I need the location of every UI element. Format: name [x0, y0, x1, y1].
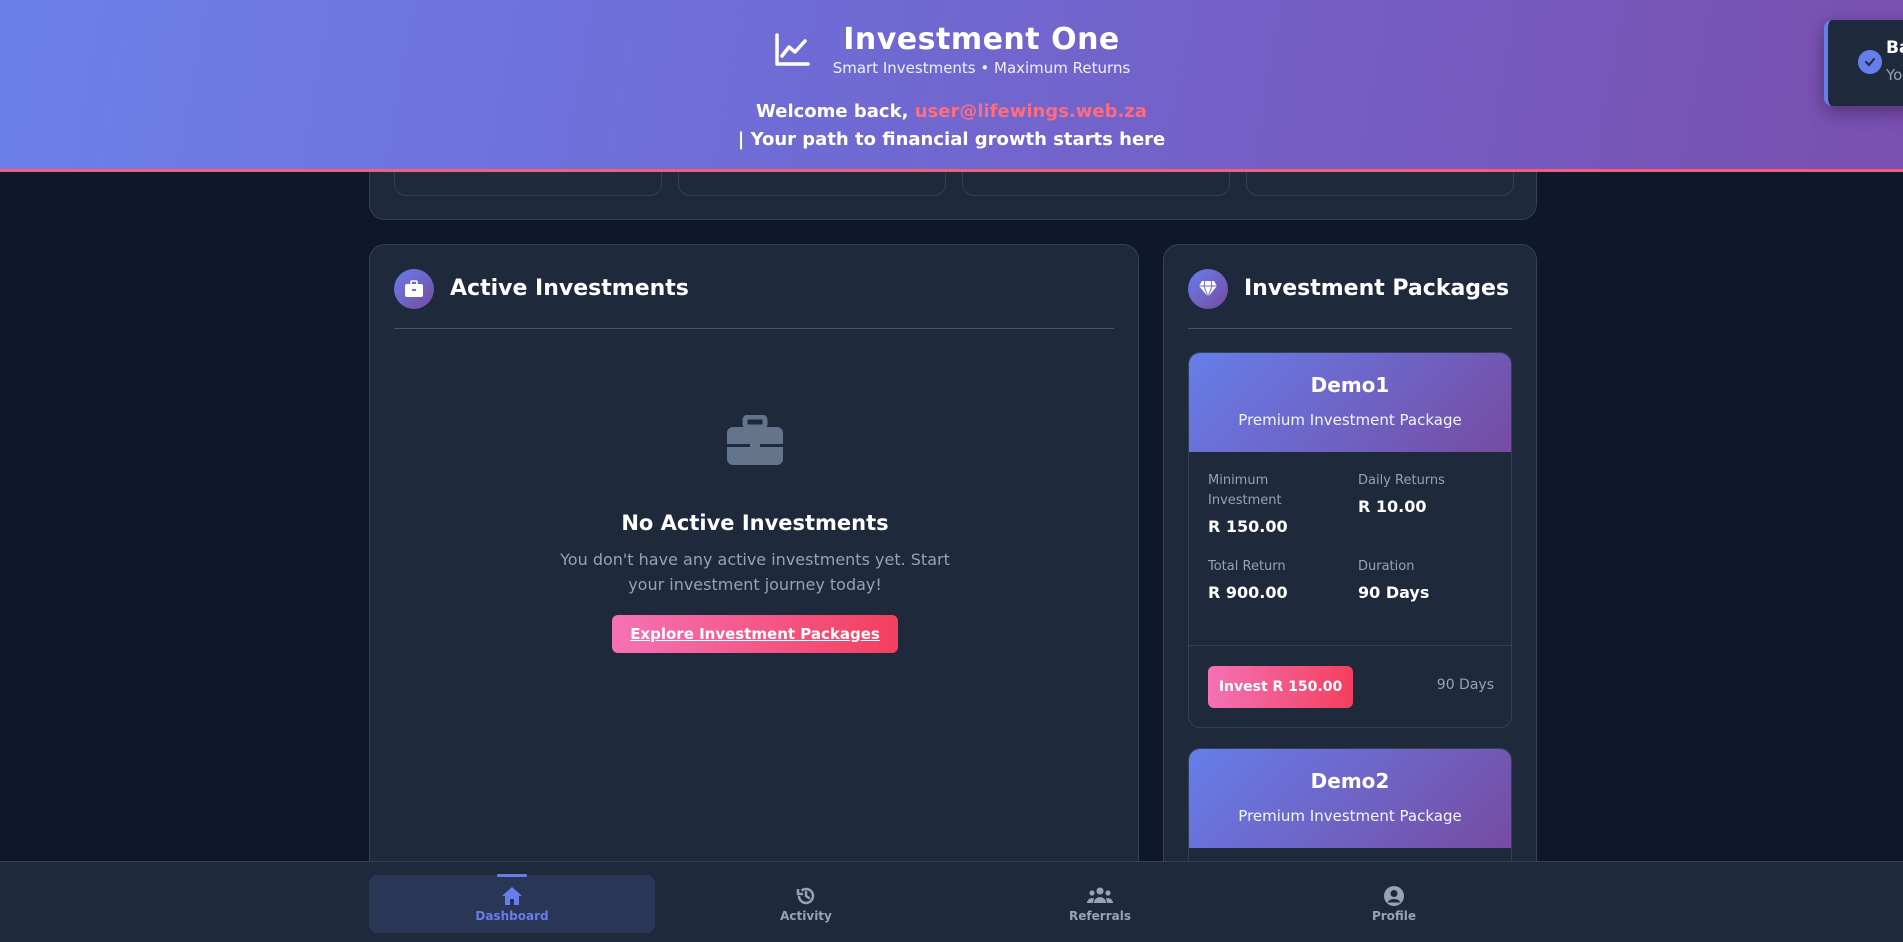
min-investment-label: Minimum Investment — [1208, 473, 1282, 508]
history-icon — [796, 887, 815, 905]
investment-packages-panel: Investment Packages Demo1 Premium Invest… — [1163, 244, 1537, 942]
brand: Investment One Smart Investments • Maxim… — [0, 22, 1903, 77]
user-email: user@lifewings.web.za — [914, 101, 1147, 122]
welcome-message: Welcome back, user@lifewings.web.za | Yo… — [0, 98, 1903, 154]
welcome-suffix: | Your path to financial growth starts h… — [737, 129, 1166, 150]
nav-label: Profile — [1371, 909, 1417, 923]
total-return-label: Total Return — [1208, 559, 1286, 574]
nav-profile[interactable]: Profile — [1251, 875, 1537, 933]
explore-packages-button[interactable]: Explore Investment Packages — [612, 615, 898, 653]
duration-label: Duration — [1358, 559, 1415, 574]
daily-returns-value: R 10.00 — [1358, 497, 1427, 516]
nav-label: Activity — [780, 909, 832, 923]
gem-icon — [1188, 269, 1228, 309]
nav-referrals[interactable]: Referrals — [957, 875, 1243, 933]
package-description: Premium Investment Package — [1238, 411, 1462, 429]
chart-line-icon — [774, 32, 810, 66]
min-investment-value: R 150.00 — [1208, 517, 1288, 536]
toast-notification[interactable]: Ba Yo — [1824, 20, 1903, 106]
nav-activity[interactable]: Activity — [663, 875, 949, 933]
panel-title: Active Investments — [450, 276, 689, 301]
active-investments-panel: Active Investments No Active Investments… — [369, 244, 1139, 942]
users-icon — [1087, 887, 1113, 903]
total-return: Total Return R 900.00 — [1208, 557, 1343, 602]
bottom-nav: Dashboard Activity Referrals Profile — [0, 861, 1903, 942]
home-icon — [502, 887, 522, 905]
package-header: Demo2 Premium Investment Package — [1189, 749, 1511, 848]
invest-button[interactable]: Invest R 150.00 — [1208, 666, 1353, 708]
min-investment: Minimum Investment R 150.00 — [1208, 471, 1343, 536]
empty-state: No Active Investments You don't have any… — [370, 415, 1140, 653]
check-circle-icon — [1858, 50, 1882, 74]
package-card: Demo1 Premium Investment Package Minimum… — [1188, 352, 1512, 728]
user-circle-icon — [1384, 886, 1404, 906]
daily-returns: Daily Returns R 10.00 — [1358, 471, 1493, 516]
toast-message: Yo — [1886, 66, 1903, 84]
nav-label: Referrals — [1069, 909, 1131, 923]
daily-returns-label: Daily Returns — [1358, 473, 1445, 488]
total-return-value: R 900.00 — [1208, 583, 1288, 602]
welcome-prefix: Welcome back, — [756, 101, 909, 122]
package-description: Premium Investment Package — [1238, 807, 1462, 825]
briefcase-icon — [727, 415, 783, 465]
briefcase-icon — [394, 269, 434, 309]
package-footer: Invest R 150.00 90 Days — [1189, 645, 1511, 727]
nav-dashboard[interactable]: Dashboard — [369, 874, 655, 933]
package-name: Demo1 — [1310, 373, 1390, 397]
panel-header: Active Investments — [394, 269, 1114, 329]
empty-title: No Active Investments — [621, 511, 889, 535]
empty-text: You don't have any active investments ye… — [560, 550, 950, 594]
package-header: Demo1 Premium Investment Package — [1189, 353, 1511, 452]
package-name: Demo2 — [1310, 769, 1390, 793]
nav-label: Dashboard — [475, 909, 549, 923]
toast-title: Ba — [1886, 38, 1903, 58]
panel-title: Investment Packages — [1244, 276, 1510, 301]
app-header: Investment One Smart Investments • Maxim… — [0, 0, 1903, 172]
app-title: Investment One — [843, 22, 1120, 57]
duration-value: 90 Days — [1358, 583, 1430, 602]
package-duration: 90 Days — [1436, 677, 1494, 693]
panel-header: Investment Packages — [1188, 269, 1512, 329]
duration: Duration 90 Days — [1358, 557, 1493, 602]
app-subtitle: Smart Investments • Maximum Returns — [832, 59, 1131, 77]
